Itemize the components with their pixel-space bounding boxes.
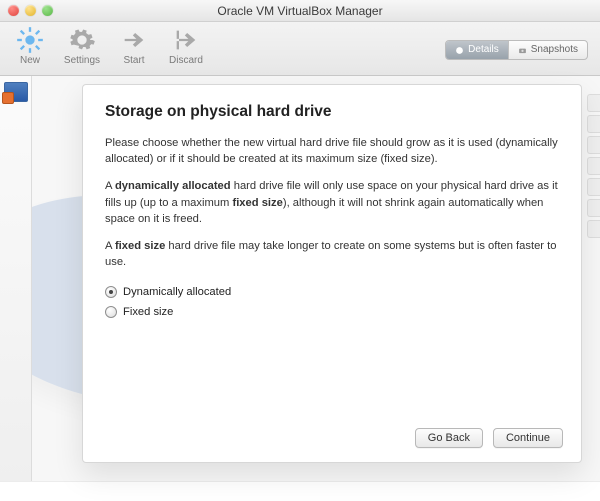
side-tabs (587, 94, 600, 238)
new-label: New (20, 55, 40, 66)
discard-label: Discard (169, 55, 203, 66)
camera-icon (518, 46, 527, 55)
ghost-tab (587, 115, 600, 133)
ghost-tab (587, 220, 600, 238)
view-segmented: Details Snapshots (445, 40, 588, 60)
snapshots-label: Snapshots (531, 41, 578, 59)
ghost-tab (587, 199, 600, 217)
details-tab[interactable]: Details (446, 41, 508, 59)
radio-dynamic[interactable]: Dynamically allocated (105, 282, 559, 302)
settings-button[interactable]: Settings (62, 26, 102, 66)
ghost-tab (587, 94, 600, 112)
radio-icon (105, 306, 117, 318)
sheet-heading: Storage on physical hard drive (105, 103, 559, 121)
radio-dynamic-label: Dynamically allocated (123, 286, 231, 298)
window-title: Oracle VM VirtualBox Manager (0, 4, 600, 18)
details-label: Details (468, 41, 499, 59)
ghost-tab (587, 178, 600, 196)
radio-fixed-label: Fixed size (123, 306, 173, 318)
radio-fixed[interactable]: Fixed size (105, 302, 559, 322)
app-window: Oracle VM VirtualBox Manager New Setting… (0, 0, 600, 499)
radio-icon (105, 286, 117, 298)
bottom-strip (0, 481, 600, 499)
ghost-tab (587, 136, 600, 154)
new-button[interactable]: New (10, 26, 50, 66)
arrow-right-icon (120, 26, 148, 54)
snapshots-tab[interactable]: Snapshots (508, 41, 587, 59)
zoom-icon[interactable] (42, 5, 53, 16)
main-area: Go Back Create Storage on physical hard … (32, 76, 600, 481)
toolbar: New Settings Start Discard Details (0, 22, 600, 76)
discard-button[interactable]: Discard (166, 26, 206, 66)
minimize-icon[interactable] (25, 5, 36, 16)
close-icon[interactable] (8, 5, 19, 16)
ghost-tab (587, 157, 600, 175)
sheet-paragraph-2: A dynamically allocated hard drive file … (105, 178, 559, 227)
sheet-paragraph-3: A fixed size hard drive file may take lo… (105, 238, 559, 270)
settings-label: Settings (64, 55, 100, 66)
window-controls (8, 5, 53, 16)
wizard-sheet: Storage on physical hard drive Please ch… (82, 84, 582, 463)
allocation-radiogroup: Dynamically allocated Fixed size (105, 282, 559, 322)
discard-icon (172, 26, 200, 54)
body: Go Back Create Storage on physical hard … (0, 76, 600, 481)
start-button[interactable]: Start (114, 26, 154, 66)
vm-item[interactable] (4, 82, 28, 102)
continue-button[interactable]: Continue (493, 428, 563, 448)
details-icon (455, 46, 464, 55)
sun-icon (16, 26, 44, 54)
vm-list-sidebar (0, 76, 32, 481)
sheet-footer: Go Back Continue (415, 428, 563, 448)
sheet-paragraph-1: Please choose whether the new virtual ha… (105, 135, 559, 167)
go-back-button[interactable]: Go Back (415, 428, 483, 448)
start-label: Start (123, 55, 144, 66)
titlebar: Oracle VM VirtualBox Manager (0, 0, 600, 22)
gear-icon (68, 26, 96, 54)
